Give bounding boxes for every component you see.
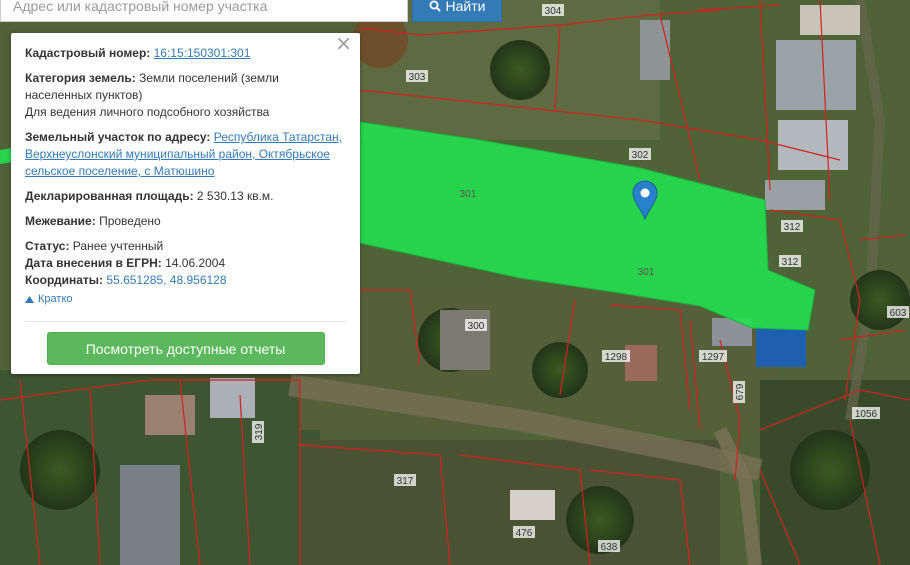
svg-text:1297: 1297 <box>702 352 725 363</box>
panel-divider <box>25 321 346 322</box>
status-label: Статус: <box>25 239 70 253</box>
search-button-label: Найти <box>445 0 486 14</box>
svg-text:679: 679 <box>735 383 746 400</box>
usage-value: Для ведения личного подсобного хозяйства <box>25 105 270 119</box>
coords-label: Координаты: <box>25 273 104 287</box>
svg-text:603: 603 <box>890 308 907 319</box>
svg-text:1298: 1298 <box>605 352 628 363</box>
svg-text:312: 312 <box>784 222 801 233</box>
parcel-number-label: 304 <box>542 4 564 17</box>
cadastral-label: Кадастровый номер: <box>25 46 151 60</box>
view-reports-button[interactable]: Посмотреть доступные отчеты <box>46 332 325 365</box>
parcel-number-label: 301 <box>638 267 655 278</box>
search-bar: Найти <box>0 0 502 22</box>
svg-text:302: 302 <box>632 150 649 161</box>
parcel-number-label: 301 <box>460 189 477 200</box>
svg-text:300: 300 <box>468 321 485 332</box>
parcel-number-label: 476 <box>513 526 535 539</box>
parcel-number-label: 300 <box>465 319 487 332</box>
parcel-number-label: 319 <box>252 421 265 443</box>
svg-text:304: 304 <box>545 6 562 17</box>
search-button[interactable]: Найти <box>412 0 502 22</box>
address-label: Земельный участок по адресу: <box>25 130 211 144</box>
parcel-number-label: 312 <box>779 255 801 268</box>
date-label: Дата внесения в ЕГРН: <box>25 256 162 270</box>
svg-text:319: 319 <box>254 423 265 440</box>
parcel-number-label: 1297 <box>699 350 727 363</box>
parcel-number-label: 303 <box>406 70 428 83</box>
caret-up-icon <box>25 296 34 303</box>
parcel-number-label: 317 <box>394 474 416 487</box>
svg-text:301: 301 <box>460 189 477 200</box>
close-icon[interactable]: × <box>335 33 352 53</box>
collapse-label: Кратко <box>38 293 73 305</box>
area-value: 2 530.13 кв.м. <box>196 189 274 203</box>
status-value: Ранее учтенный <box>72 239 164 253</box>
search-input[interactable] <box>0 0 408 22</box>
parcel-number-label: 638 <box>598 540 620 553</box>
svg-text:476: 476 <box>516 528 533 539</box>
parcel-number-label: 1056 <box>852 407 880 420</box>
parcel-number-label: 312 <box>781 220 803 233</box>
parcel-number-label: 679 <box>733 381 746 403</box>
search-icon <box>429 0 441 12</box>
svg-text:638: 638 <box>601 542 618 553</box>
coords-value: 55.651285, 48.956128 <box>106 273 227 287</box>
svg-text:301: 301 <box>638 267 655 278</box>
svg-text:317: 317 <box>397 476 414 487</box>
svg-text:1056: 1056 <box>855 409 878 420</box>
parcel-number-label: 1298 <box>602 350 630 363</box>
category-label: Категория земель: <box>25 71 136 85</box>
cadastral-number-link[interactable]: 16:15:150301:301 <box>154 46 251 60</box>
survey-label: Межевание: <box>25 214 96 228</box>
parcel-number-label: 603 <box>887 306 909 319</box>
date-value: 14.06.2004 <box>165 256 226 270</box>
area-label: Декларированная площадь: <box>25 189 194 203</box>
parcel-number-label: 302 <box>629 148 651 161</box>
survey-value: Проведено <box>99 214 161 228</box>
svg-text:303: 303 <box>409 72 426 83</box>
svg-text:312: 312 <box>782 257 799 268</box>
parcel-info-panel: × Кадастровый номер: 16:15:150301:301 Ка… <box>11 33 360 374</box>
collapse-toggle[interactable]: Кратко <box>25 291 346 308</box>
